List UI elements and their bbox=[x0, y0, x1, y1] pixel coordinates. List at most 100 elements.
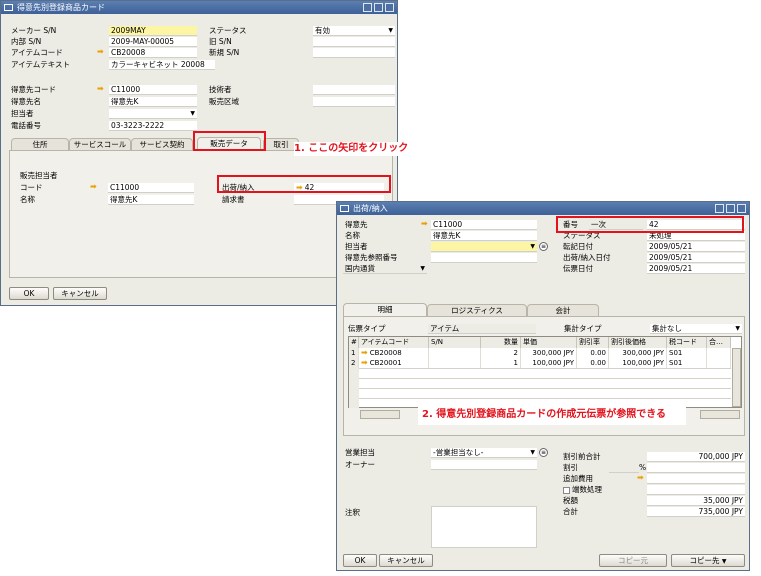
currency-select[interactable]: 国内通貨 ▼ bbox=[343, 264, 427, 274]
tax-field[interactable]: 35,000 JPY bbox=[647, 496, 745, 506]
cust-code-field[interactable]: C11000 bbox=[109, 85, 197, 95]
cell-net-price[interactable]: 300,000 JPY bbox=[609, 348, 667, 358]
col-header[interactable]: S/N bbox=[429, 337, 481, 348]
status-select[interactable]: 有効 ▼ bbox=[313, 26, 395, 36]
doc-type-label: 伝票タイプ bbox=[348, 324, 386, 333]
link-arrow-icon[interactable]: ➡ bbox=[637, 473, 644, 482]
cell-total[interactable] bbox=[707, 348, 731, 358]
col-header[interactable]: 割引後価格 bbox=[609, 337, 667, 348]
close-icon[interactable] bbox=[737, 204, 746, 213]
link-arrow-icon[interactable]: ➡ bbox=[361, 358, 368, 367]
item-code-field[interactable]: CB20008 bbox=[109, 48, 197, 58]
maximize-icon[interactable] bbox=[374, 3, 383, 12]
sales-employee-select[interactable]: -営業担当なし- ▼ bbox=[431, 448, 537, 458]
cancel-button[interactable]: キャンセル bbox=[379, 554, 433, 567]
link-arrow-icon[interactable]: ➡ bbox=[421, 219, 428, 228]
link-arrow-icon[interactable]: ➡ bbox=[90, 182, 97, 191]
link-arrow-icon[interactable]: ➡ bbox=[97, 47, 104, 56]
delivery-titlebar[interactable]: 出荷/納入 bbox=[337, 202, 749, 215]
cell-item-code[interactable]: ➡ CB20001 bbox=[359, 358, 429, 368]
ok-button[interactable]: OK bbox=[343, 554, 377, 567]
cell-tax-code[interactable]: S01 bbox=[667, 348, 707, 358]
contact-select[interactable]: ▼ bbox=[109, 109, 197, 119]
copy-from-button[interactable]: コピー元 bbox=[599, 554, 667, 567]
minimize-icon[interactable] bbox=[363, 3, 372, 12]
contact-select[interactable]: ▼ bbox=[431, 242, 537, 252]
posting-date-field[interactable]: 2009/05/21 bbox=[647, 242, 745, 252]
serial-card-titlebar[interactable]: 得意先別登録商品カード bbox=[1, 1, 397, 14]
name-field[interactable]: 得意先K bbox=[431, 231, 537, 241]
cell-total[interactable] bbox=[707, 358, 731, 368]
tab-logistics[interactable]: ロジスティクス bbox=[427, 304, 527, 316]
sales-name-field[interactable]: 得意先K bbox=[108, 195, 194, 205]
copy-to-button[interactable]: コピー先 ▼ bbox=[671, 554, 745, 567]
maximize-icon[interactable] bbox=[726, 204, 735, 213]
table-row[interactable]: 1 ➡ CB20008 2 300,000 JPY 0.00 300,000 JP… bbox=[349, 348, 731, 358]
customer-field[interactable]: C11000 bbox=[431, 220, 537, 230]
contact-detail-icon[interactable]: ≡ bbox=[539, 242, 548, 251]
phone-field[interactable]: 03-3223-2222 bbox=[109, 121, 197, 131]
copy-to-label: コピー先 bbox=[689, 556, 720, 565]
col-header[interactable]: 数量 bbox=[481, 337, 521, 348]
col-header[interactable]: アイテムコード bbox=[359, 337, 429, 348]
cell-sn[interactable] bbox=[429, 348, 481, 358]
horizontal-scrollbar-right[interactable] bbox=[700, 410, 740, 419]
sales-code-field[interactable]: C11000 bbox=[108, 183, 194, 193]
cell-net-price[interactable]: 100,000 JPY bbox=[609, 358, 667, 368]
subtotal-field[interactable]: 700,000 JPY bbox=[647, 452, 745, 462]
tech-field[interactable] bbox=[313, 85, 395, 95]
owner-field[interactable] bbox=[431, 460, 537, 470]
tab-accounting[interactable]: 会計 bbox=[527, 304, 599, 316]
vertical-scrollbar[interactable] bbox=[732, 348, 741, 407]
ok-button[interactable]: OK bbox=[9, 287, 49, 300]
chevron-down-icon: ▼ bbox=[530, 243, 535, 250]
customer-ref-field[interactable] bbox=[431, 253, 537, 263]
cell-sn[interactable] bbox=[429, 358, 481, 368]
tab-service-contract[interactable]: サービス契約 bbox=[131, 138, 193, 150]
cell-discount[interactable]: 0.00 bbox=[577, 348, 609, 358]
maker-sn-field[interactable]: 2009MAY bbox=[109, 26, 197, 36]
window-icon bbox=[4, 4, 13, 11]
tab-contents[interactable]: 明細 bbox=[343, 303, 427, 316]
col-header[interactable]: 税コード bbox=[667, 337, 707, 348]
link-arrow-icon[interactable]: ➡ bbox=[97, 84, 104, 93]
new-sn-field[interactable] bbox=[313, 48, 395, 58]
row-divider bbox=[349, 398, 731, 399]
cell-price[interactable]: 300,000 JPY bbox=[521, 348, 577, 358]
summary-type-select[interactable]: 集計なし ▼ bbox=[650, 324, 742, 334]
table-row[interactable]: 2 ➡ CB20001 1 100,000 JPY 0.00 100,000 JP… bbox=[349, 358, 731, 368]
cell-discount[interactable]: 0.00 bbox=[577, 358, 609, 368]
cell-qty[interactable]: 2 bbox=[481, 348, 521, 358]
rounding-field[interactable] bbox=[647, 485, 745, 495]
col-header[interactable]: 割引率 bbox=[577, 337, 609, 348]
old-sn-field[interactable] bbox=[313, 37, 395, 47]
item-text-field[interactable]: カラーキャビネット 20008 bbox=[109, 60, 215, 70]
sales-area-field[interactable] bbox=[313, 97, 395, 107]
cell-qty[interactable]: 1 bbox=[481, 358, 521, 368]
doc-date-field[interactable]: 2009/05/21 bbox=[647, 264, 745, 274]
cell-tax-code[interactable]: S01 bbox=[667, 358, 707, 368]
col-header[interactable]: 単価 bbox=[521, 337, 577, 348]
horizontal-scrollbar-left[interactable] bbox=[360, 410, 400, 419]
cust-name-field[interactable]: 得意先K bbox=[109, 97, 197, 107]
discount-pct-field[interactable] bbox=[609, 463, 639, 473]
discount-field[interactable] bbox=[647, 463, 745, 473]
rounding-checkbox[interactable] bbox=[563, 486, 570, 494]
doc-type-select[interactable]: アイテム bbox=[428, 324, 536, 334]
cell-price[interactable]: 100,000 JPY bbox=[521, 358, 577, 368]
cell-item-code[interactable]: ➡ CB20008 bbox=[359, 348, 429, 358]
cancel-button[interactable]: キャンセル bbox=[53, 287, 107, 300]
employee-detail-icon[interactable]: ≡ bbox=[539, 448, 548, 457]
link-arrow-icon[interactable]: ➡ bbox=[361, 348, 368, 357]
close-icon[interactable] bbox=[385, 3, 394, 12]
total-field[interactable]: 735,000 JPY bbox=[647, 507, 745, 517]
internal-sn-field[interactable]: 2009-MAY-00005 bbox=[109, 37, 197, 47]
remarks-textarea[interactable] bbox=[431, 506, 537, 548]
tab-service-call[interactable]: サービスコール bbox=[69, 138, 131, 150]
tab-address[interactable]: 住所 bbox=[11, 138, 69, 150]
col-header[interactable]: 合… bbox=[707, 337, 731, 348]
delivery-date-field[interactable]: 2009/05/21 bbox=[647, 253, 745, 263]
minimize-icon[interactable] bbox=[715, 204, 724, 213]
col-header[interactable]: # bbox=[349, 337, 359, 348]
freight-field[interactable] bbox=[647, 474, 745, 484]
